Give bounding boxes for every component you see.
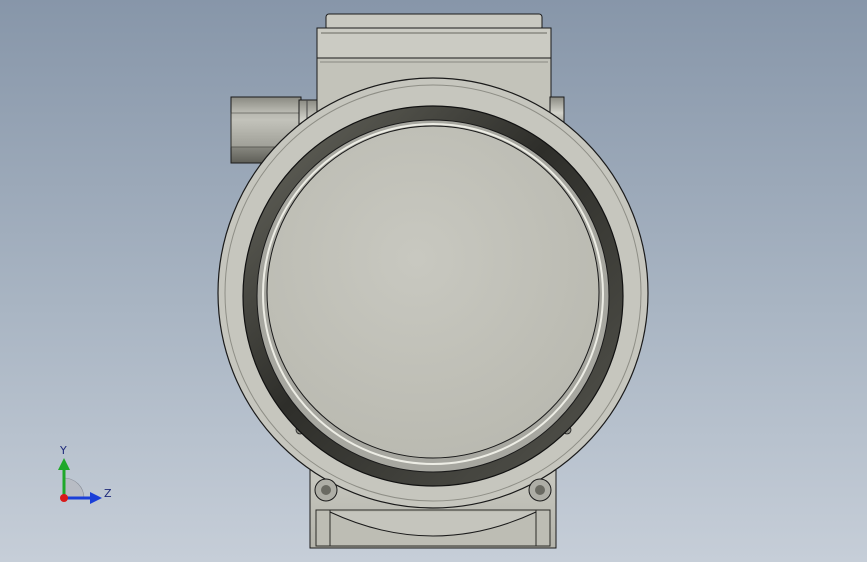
z-axis-label: Z (104, 487, 112, 500)
z-axis-arrow (90, 492, 102, 504)
part-model[interactable] (0, 0, 867, 562)
triad-plane-shade (63, 477, 85, 499)
y-axis-label: Y (59, 444, 67, 457)
cad-viewport[interactable]: Y Z (0, 0, 867, 562)
y-axis-arrow (58, 458, 70, 470)
triad-origin (60, 494, 68, 502)
orientation-triad[interactable]: Y Z (40, 438, 130, 518)
triad-graphic: Y Z (58, 444, 112, 504)
cover-face[interactable] (266, 125, 600, 459)
